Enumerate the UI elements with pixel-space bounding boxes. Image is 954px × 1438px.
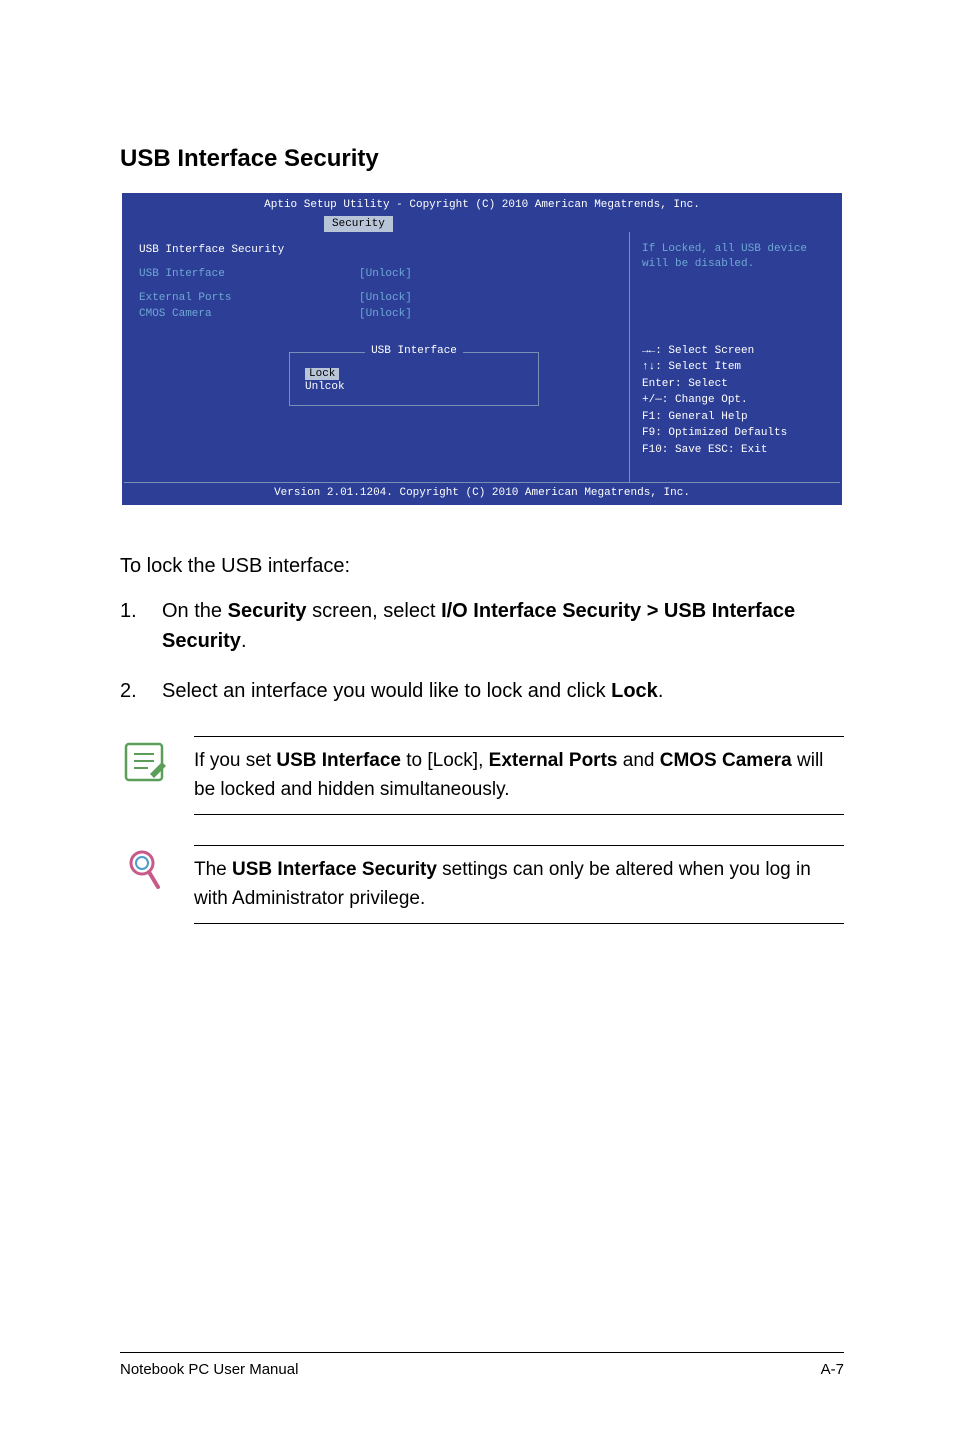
bold-text: External Ports xyxy=(489,750,618,771)
list-item: 1. On the Security screen, select I/O In… xyxy=(120,596,844,656)
bios-nav-line: +/—: Change Opt. xyxy=(642,392,828,409)
text: The xyxy=(194,859,232,880)
bios-title: Aptio Setup Utility - Copyright (C) 2010… xyxy=(124,195,840,213)
text: . xyxy=(241,630,247,652)
magnifier-icon xyxy=(120,845,170,895)
bios-page-title: USB Interface Security xyxy=(139,244,359,256)
text: Select an interface you would like to lo… xyxy=(162,680,611,702)
note-box: If you set USB Interface to [Lock], Exte… xyxy=(120,736,844,815)
bios-footer: Version 2.01.1204. Copyright (C) 2010 Am… xyxy=(124,482,840,503)
bios-nav-line: ↑↓: Select Item xyxy=(642,359,828,376)
bios-setting-row: CMOS Camera [Unlock] xyxy=(139,306,614,322)
bios-setting-value: [Unlock] xyxy=(359,268,412,280)
text: If you set xyxy=(194,750,276,771)
bold-text: CMOS Camera xyxy=(660,750,792,771)
bios-setting-label: CMOS Camera xyxy=(139,308,359,320)
bold-text: Security xyxy=(228,600,307,622)
text: screen, select xyxy=(307,600,442,622)
bios-help-text: If Locked, all USB device will be disabl… xyxy=(642,242,828,273)
section-heading: USB Interface Security xyxy=(120,145,844,173)
bios-setting-label: USB Interface xyxy=(139,268,359,280)
bold-text: Lock xyxy=(611,680,658,702)
text: On the xyxy=(162,600,228,622)
bios-nav-line: F10: Save ESC: Exit xyxy=(642,442,828,459)
text: and xyxy=(617,750,659,771)
bold-text: USB Interface xyxy=(276,750,401,771)
bios-nav-line: F1: General Help xyxy=(642,409,828,426)
instruction-lead: To lock the USB interface: xyxy=(120,555,844,578)
notepad-icon xyxy=(120,736,170,786)
note-box: The USB Interface Security settings can … xyxy=(120,845,844,924)
bios-popup: USB Interface Lock Unlcok xyxy=(289,352,539,406)
bios-right-panel: If Locked, all USB device will be disabl… xyxy=(630,232,840,482)
footer-right: A-7 xyxy=(821,1361,844,1378)
bios-nav-line: F9: Optimized Defaults xyxy=(642,425,828,442)
bios-setting-label: External Ports xyxy=(139,292,359,304)
bios-setting-value: [Unlock] xyxy=(359,308,412,320)
bios-setting-row: External Ports [Unlock] xyxy=(139,290,614,306)
bold-text: USB Interface Security xyxy=(232,859,437,880)
bios-tab-security: Security xyxy=(324,216,393,232)
text: to [Lock], xyxy=(401,750,489,771)
list-number: 2. xyxy=(120,676,162,706)
bios-popup-option: Unlcok xyxy=(305,381,523,393)
bios-nav-help: →←: Select Screen ↑↓: Select Item Enter:… xyxy=(642,343,828,459)
bios-screenshot: Aptio Setup Utility - Copyright (C) 2010… xyxy=(122,193,842,505)
footer-left: Notebook PC User Manual xyxy=(120,1361,298,1378)
bios-nav-line: →←: Select Screen xyxy=(642,343,828,360)
list-item: 2. Select an interface you would like to… xyxy=(120,676,844,706)
text: . xyxy=(658,680,664,702)
bios-left-panel: USB Interface Security USB Interface [Un… xyxy=(124,232,630,482)
note-text: If you set USB Interface to [Lock], Exte… xyxy=(194,736,844,815)
instruction-list: 1. On the Security screen, select I/O In… xyxy=(120,596,844,706)
bios-nav-line: Enter: Select xyxy=(642,376,828,393)
page-footer: Notebook PC User Manual A-7 xyxy=(120,1352,844,1378)
list-number: 1. xyxy=(120,596,162,656)
bios-popup-title: USB Interface xyxy=(365,345,463,357)
bios-setting-value: [Unlock] xyxy=(359,292,412,304)
note-text: The USB Interface Security settings can … xyxy=(194,845,844,924)
bios-popup-option-selected: Lock xyxy=(305,368,339,380)
bios-setting-row: USB Interface [Unlock] xyxy=(139,266,614,282)
